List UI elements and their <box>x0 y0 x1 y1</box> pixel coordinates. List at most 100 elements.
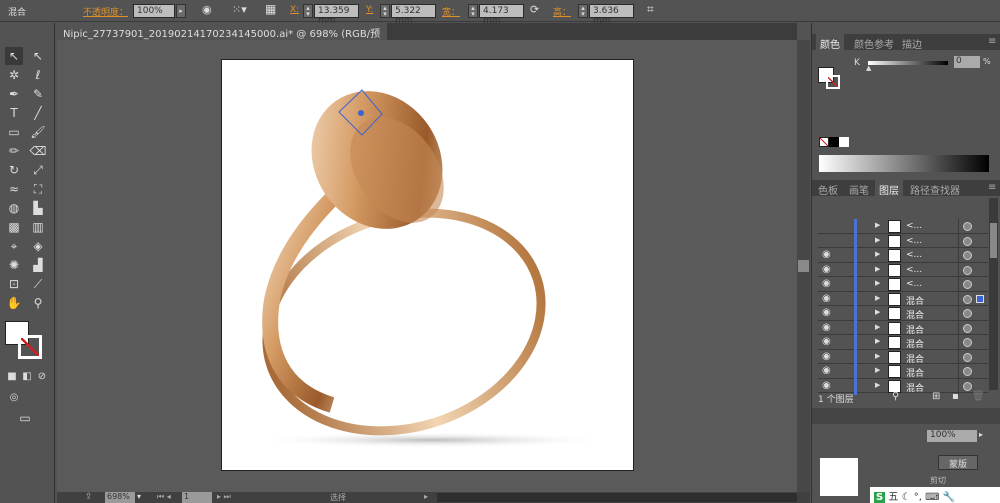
target-circle-icon[interactable] <box>963 265 972 275</box>
target-circle-icon[interactable] <box>963 381 972 391</box>
clip-checkbox-label[interactable]: 剪切 <box>930 475 946 486</box>
visibility-eye-icon[interactable]: ◉ <box>822 264 831 275</box>
expand-arrow-icon[interactable]: ▶ <box>875 381 880 389</box>
target-circle-icon[interactable] <box>963 251 972 260</box>
height-stepper[interactable]: ▴ ▾ <box>578 4 588 18</box>
vertical-scrollbar[interactable] <box>797 40 810 492</box>
layer-row[interactable]: ◉ ▶ 混合 <box>818 320 988 337</box>
expand-arrow-icon[interactable]: ▶ <box>875 323 880 331</box>
sublayer-icon[interactable]: ⊞ <box>932 391 940 402</box>
delete-layer-icon[interactable]: 🗑 <box>972 391 985 402</box>
align-icon[interactable]: ⁙▾ <box>232 3 247 16</box>
expand-arrow-icon[interactable]: ▶ <box>875 308 880 316</box>
hand-tool-icon[interactable]: ✋ <box>5 294 23 312</box>
layer-row[interactable]: ◉ ▶ <... <box>818 248 988 264</box>
pen-tool-icon[interactable]: ✒ <box>5 85 23 103</box>
color-spectrum[interactable] <box>819 155 989 172</box>
tab-color-guide[interactable]: 颜色参考 <box>854 36 894 51</box>
expand-arrow-icon[interactable]: ▶ <box>875 337 880 345</box>
target-circle-icon[interactable] <box>963 294 972 304</box>
y-input[interactable]: 5.322 mm <box>391 4 436 26</box>
stroke-swatch[interactable] <box>18 335 42 359</box>
stroke-swatch-small[interactable] <box>826 75 840 89</box>
curvature-tool-icon[interactable]: ✎ <box>29 85 47 103</box>
visibility-eye-icon[interactable]: ◉ <box>822 278 831 289</box>
target-circle-icon[interactable] <box>963 338 972 347</box>
height-input[interactable]: 3.636 mm <box>589 4 634 26</box>
selection-anchor[interactable] <box>358 110 364 116</box>
target-circle-icon[interactable] <box>963 222 972 231</box>
blend-tool-icon[interactable]: ◈ <box>29 237 47 255</box>
ime-keyboard-icon[interactable]: ⌨ <box>925 492 939 503</box>
paintbrush-tool-icon[interactable]: 🖌 <box>29 123 47 141</box>
layer-row[interactable]: ▶ <... <box>818 219 988 235</box>
line-tool-icon[interactable]: ╱ <box>29 104 47 122</box>
x-input[interactable]: 13.359 mm <box>314 4 359 26</box>
white-swatch[interactable] <box>839 137 849 147</box>
layer-row[interactable]: ◉ ▶ 混合 <box>818 364 988 380</box>
symbol-sprayer-tool-icon[interactable]: ✺ <box>5 256 23 274</box>
graph-tool-icon[interactable]: ▟ <box>29 256 47 274</box>
visibility-eye-icon[interactable]: ◉ <box>822 365 831 376</box>
horizontal-scrollbar[interactable] <box>437 493 797 502</box>
black-swatch[interactable] <box>829 137 839 147</box>
layer-row[interactable]: ◉ ▶ 混合 <box>818 306 988 322</box>
status-menu-icon[interactable]: ▸ <box>424 492 428 501</box>
eyedropper-tool-icon[interactable]: ⌖ <box>5 237 23 255</box>
opacity-label[interactable]: 不透明度： <box>83 5 128 18</box>
visibility-eye-icon[interactable]: ◉ <box>822 351 831 362</box>
zoom-tool-icon[interactable]: ⚲ <box>29 294 47 312</box>
tab-pathfinder[interactable]: 路径查找器 <box>910 182 960 197</box>
ime-settings-icon[interactable]: 🔧 <box>943 492 955 503</box>
selection-indicator[interactable] <box>976 294 984 303</box>
mesh-tool-icon[interactable]: ▩ <box>5 218 23 236</box>
perspective-grid-tool-icon[interactable]: ▙ <box>29 199 47 217</box>
first-page-icon[interactable]: ⏮ ◂ <box>157 492 171 502</box>
visibility-eye-icon[interactable]: ◉ <box>822 322 831 333</box>
zoom-dropdown-icon[interactable]: ▾ <box>137 492 141 501</box>
tab-brushes[interactable]: 画笔 <box>849 182 869 197</box>
expand-arrow-icon[interactable]: ▶ <box>875 250 880 258</box>
type-tool-icon[interactable]: T <box>5 104 23 122</box>
magic-wand-tool-icon[interactable]: ✲ <box>5 66 23 84</box>
make-mask-button[interactable]: 蒙版 <box>938 455 978 470</box>
layer-row[interactable]: ◉ ▶ <... <box>818 277 988 293</box>
opacity-input[interactable]: 100% <box>133 4 175 18</box>
eraser-tool-icon[interactable]: ⌫ <box>29 142 47 160</box>
next-page-icon[interactable]: ▸ ⏭ <box>217 492 231 502</box>
width-input[interactable]: 4.173 mm <box>479 4 524 26</box>
direct-selection-tool-icon[interactable]: ↖ <box>29 47 47 65</box>
recolor-icon[interactable]: ◉ <box>202 3 212 16</box>
transform-icon[interactable]: ⌗ <box>647 2 654 17</box>
tab-layers[interactable]: 图层 <box>875 180 903 197</box>
visibility-eye-icon[interactable]: ◉ <box>822 307 831 318</box>
zoom-input[interactable]: 698% <box>105 492 135 503</box>
document-tab[interactable]: Nipic_27737901_20190214170234145000.ai* … <box>57 23 387 55</box>
target-circle-icon[interactable] <box>963 309 972 318</box>
link-icon[interactable]: ⟳ <box>530 3 539 16</box>
visibility-eye-icon[interactable]: ◉ <box>822 336 831 347</box>
layer-row[interactable]: ◉ ▶ 混合 <box>818 349 988 366</box>
new-layer-icon[interactable]: ▪ <box>952 391 959 402</box>
rotate-tool-icon[interactable]: ↻ <box>5 161 23 179</box>
tab-swatches[interactable]: 色板 <box>818 182 838 197</box>
tab-color[interactable]: 颜色 <box>816 34 844 51</box>
layer-row[interactable]: ◉ ▶ 混合 <box>818 378 988 395</box>
expand-arrow-icon[interactable]: ▶ <box>875 294 880 302</box>
free-transform-tool-icon[interactable]: ⛶ <box>29 180 47 198</box>
expand-arrow-icon[interactable]: ▶ <box>875 265 880 273</box>
none-mode-icon[interactable]: ⊘ <box>33 368 51 386</box>
layer-row[interactable]: ◉ ▶ 混合 <box>818 335 988 351</box>
visibility-eye-icon[interactable]: ◉ <box>822 293 831 304</box>
artboard[interactable] <box>221 59 634 471</box>
visibility-eye-icon[interactable]: ◉ <box>822 249 831 260</box>
page-input[interactable]: 1 <box>182 492 212 503</box>
expand-arrow-icon[interactable]: ▶ <box>875 366 880 374</box>
reference-point-icon[interactable]: ▦ <box>265 2 276 16</box>
tab-stroke[interactable]: 描边 <box>902 36 922 51</box>
expand-arrow-icon[interactable]: ▶ <box>875 221 880 229</box>
layer-row[interactable]: ◉ ▶ <... <box>818 262 988 279</box>
ime-moon-icon[interactable]: ☾ <box>902 492 911 503</box>
screen-mode-icon[interactable]: ▭ <box>16 409 34 427</box>
share-icon[interactable]: ⇪ <box>85 492 93 502</box>
